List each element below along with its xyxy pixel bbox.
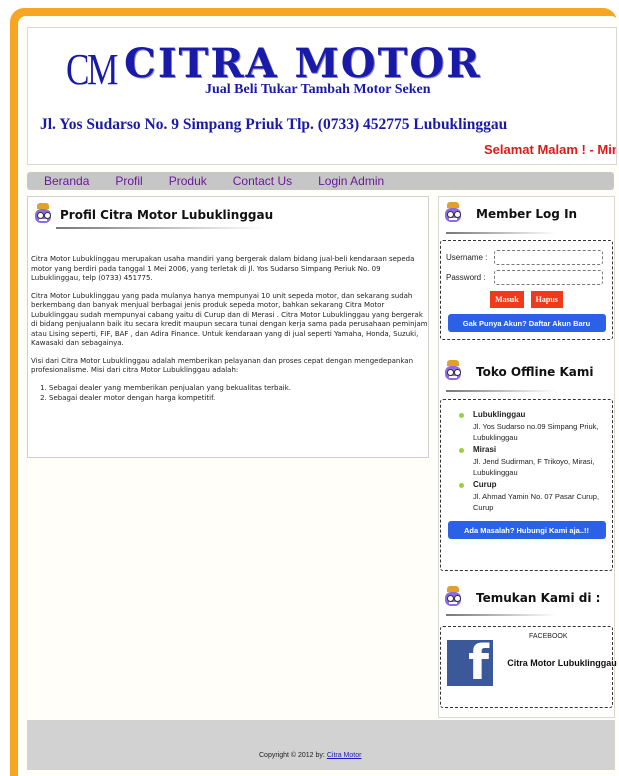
password-label: Password :	[446, 272, 486, 282]
social-header: Temukan Kami di :	[444, 586, 600, 610]
store-address: Jl. Jend Sudirman, F Trikoyo, Mirasi, Lu…	[473, 457, 595, 477]
title-divider	[56, 227, 266, 229]
submit-button[interactable]: Masuk	[490, 291, 524, 308]
copyright-text: Copyright © 2012 by: Citra Motor	[259, 752, 361, 759]
password-row: Password :	[441, 267, 612, 287]
nav-produk[interactable]: Produk	[169, 174, 207, 188]
password-input[interactable]	[494, 269, 603, 285]
footer-link[interactable]: Citra Motor	[327, 752, 362, 759]
store-list: Lubuklinggau Jl. Yos Sudarso no.09 Simpa…	[440, 399, 613, 571]
nav-profil[interactable]: Profil	[115, 174, 142, 188]
store-city: Mirasi	[459, 445, 612, 454]
stores-title: Toko Offline Kami	[476, 365, 594, 379]
tagline: Jual Beli Tukar Tambah Motor Seken	[205, 82, 431, 97]
login-header: Member Log In	[444, 202, 577, 226]
mascot-icon	[34, 203, 52, 227]
login-title: Member Log In	[476, 207, 578, 221]
store-city: Curup	[459, 480, 612, 489]
store-address: Jl. Ahmad Yamin No. 07 Pasar Curup, Curu…	[473, 492, 600, 512]
facebook-icon[interactable]: f	[447, 640, 493, 686]
nav-login-admin[interactable]: Login Admin	[318, 174, 384, 188]
mission-list: Sebagai dealer yang memberikan penjualan…	[31, 384, 429, 404]
greeting-marquee: Selamat Malam ! - Ming	[484, 142, 617, 157]
username-row: Username :	[441, 247, 612, 267]
copyright-label: Copyright © 2012 by:	[259, 752, 325, 759]
profile-paragraph: Citra Motor Lubuklinggau yang pada mulan…	[31, 291, 428, 348]
title-divider	[446, 390, 556, 392]
facebook-page-name[interactable]: Citra Motor Lubuklinggau	[507, 657, 617, 670]
stores-header: Toko Offline Kami	[444, 360, 594, 384]
register-button[interactable]: Gak Punya Akun? Daftar Akun Baru	[447, 314, 606, 332]
mascot-icon	[444, 202, 462, 226]
main-nav: Beranda Profil Produk Contact Us Login A…	[27, 172, 614, 190]
login-buttons: Masuk Hapus	[441, 291, 612, 308]
list-item: Sebagai dealer motor dengan harga kompet…	[49, 394, 429, 404]
cm-logo: CM	[66, 45, 118, 94]
facebook-widget: f FACEBOOK Citra Motor Lubuklinggau	[440, 626, 617, 708]
username-label: Username :	[446, 252, 488, 262]
profile-header: Profil Citra Motor Lubuklinggau	[34, 203, 428, 227]
nav-contact-us[interactable]: Contact Us	[233, 174, 292, 188]
title-divider	[446, 614, 556, 616]
store-city: Lubuklinggau	[459, 410, 612, 419]
title-divider	[446, 232, 556, 234]
mascot-icon	[444, 360, 462, 384]
header-address: Jl. Yos Sudarso No. 9 Simpang Priuk Tlp.…	[40, 116, 508, 133]
brand-name: CITRA MOTOR	[124, 40, 482, 87]
page-title: Profil Citra Motor Lubuklinggau	[60, 208, 274, 222]
mascot-icon	[444, 586, 462, 610]
footer: Copyright © 2012 by: Citra Motor	[27, 720, 615, 770]
social-title: Temukan Kami di :	[476, 591, 601, 605]
facebook-label: FACEBOOK	[529, 633, 568, 640]
store-address: Jl. Yos Sudarso no.09 Simpang Priuk, Lub…	[473, 422, 599, 442]
list-item: Sebagai dealer yang memberikan penjualan…	[49, 384, 429, 394]
profile-panel: Profil Citra Motor Lubuklinggau Citra Mo…	[27, 196, 429, 458]
site-header: CM CITRA MOTOR Jual Beli Tukar Tambah Mo…	[27, 27, 617, 165]
reset-button[interactable]: Hapus	[530, 291, 563, 308]
profile-content: Citra Motor Lubuklinggau merupakan usaha…	[31, 255, 429, 405]
profile-paragraph: Citra Motor Lubuklinggau merupakan usaha…	[31, 255, 415, 282]
username-input[interactable]	[494, 249, 603, 265]
contact-button[interactable]: Ada Masalah? Hubungi Kami aja..!!	[447, 521, 606, 539]
nav-beranda[interactable]: Beranda	[44, 174, 89, 188]
profile-paragraph: Visi dari Citra Motor Lubuklinggau adala…	[31, 356, 414, 375]
login-form: Username : Password : Masuk Hapus Gak Pu…	[440, 240, 613, 340]
